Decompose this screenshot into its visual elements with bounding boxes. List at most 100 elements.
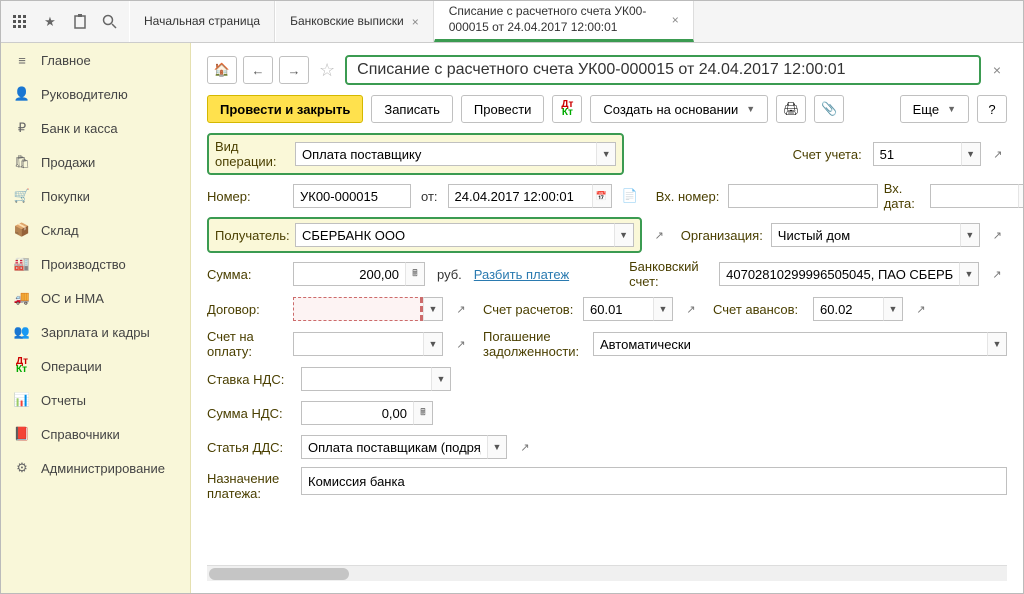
sidebar-item-main[interactable]: ≡Главное bbox=[1, 43, 190, 77]
calendar-icon[interactable]: 📅 bbox=[1018, 184, 1023, 208]
star-icon[interactable]: ★ bbox=[41, 13, 59, 31]
chevron-down-icon[interactable]: ▼ bbox=[423, 332, 443, 356]
close-icon[interactable]: × bbox=[412, 15, 419, 29]
purpose-textarea[interactable] bbox=[301, 467, 1007, 495]
chevron-down-icon[interactable]: ▼ bbox=[960, 223, 980, 247]
open-icon[interactable]: ↗ bbox=[515, 435, 535, 459]
sidebar-item-label: Продажи bbox=[41, 155, 95, 170]
chevron-down-icon[interactable]: ▼ bbox=[653, 297, 673, 321]
op-type-select[interactable] bbox=[295, 142, 596, 166]
calendar-icon[interactable]: 📅 bbox=[592, 184, 612, 208]
in-number-input[interactable] bbox=[728, 184, 878, 208]
dds-input[interactable] bbox=[301, 435, 487, 459]
topbar: ★ Начальная страница Банковские выписки … bbox=[1, 1, 1023, 43]
chevron-down-icon[interactable]: ▼ bbox=[961, 142, 981, 166]
tab-document[interactable]: Списание с расчетного счета УК00-000015 … bbox=[434, 1, 694, 42]
op-type-label: Вид операции: bbox=[215, 139, 295, 169]
open-icon[interactable]: ↗ bbox=[911, 297, 931, 321]
topbar-icons: ★ bbox=[1, 1, 129, 42]
split-payment-link[interactable]: Разбить платеж bbox=[474, 267, 569, 282]
calculator-icon[interactable]: 🖩 bbox=[413, 401, 433, 425]
calculator-icon[interactable]: 🖩 bbox=[405, 262, 425, 286]
sidebar-item-label: Производство bbox=[41, 257, 126, 272]
sidebar-item-production[interactable]: 🏭 Производство bbox=[1, 247, 190, 281]
save-button[interactable]: Записать bbox=[371, 95, 453, 123]
create-based-button[interactable]: Создать на основании▼ bbox=[590, 95, 768, 123]
sidebar-item-reports[interactable]: 📊Отчеты bbox=[1, 383, 190, 417]
vat-rate-input[interactable] bbox=[301, 367, 431, 391]
bank-acc-input[interactable] bbox=[719, 262, 959, 286]
vat-sum-label: Сумма НДС: bbox=[207, 406, 295, 421]
tab-home[interactable]: Начальная страница bbox=[129, 1, 275, 42]
open-icon[interactable]: ↗ bbox=[989, 142, 1007, 166]
factory-icon: 🏭 bbox=[13, 255, 31, 273]
tab-bank-statements[interactable]: Банковские выписки × bbox=[275, 1, 434, 42]
chevron-down-icon[interactable]: ▼ bbox=[423, 297, 443, 321]
invoice-input[interactable] bbox=[293, 332, 423, 356]
open-icon[interactable]: ↗ bbox=[681, 297, 701, 321]
number-input[interactable] bbox=[293, 184, 411, 208]
org-input[interactable] bbox=[771, 223, 960, 247]
sidebar-item-assets[interactable]: 🚚ОС и НМА bbox=[1, 281, 190, 315]
print-button[interactable]: 🖨 bbox=[776, 95, 806, 123]
in-number-label: Вх. номер: bbox=[656, 189, 722, 204]
open-icon[interactable]: ↗ bbox=[987, 262, 1007, 286]
favorite-star-icon[interactable]: ☆ bbox=[315, 60, 339, 81]
close-icon[interactable]: × bbox=[672, 13, 679, 27]
sidebar-item-purchases[interactable]: 🛒Покупки bbox=[1, 179, 190, 213]
chevron-down-icon[interactable]: ▼ bbox=[487, 435, 507, 459]
chevron-down-icon[interactable]: ▼ bbox=[959, 262, 979, 286]
clipboard-icon[interactable] bbox=[71, 13, 89, 31]
sidebar-item-label: ОС и НМА bbox=[41, 291, 104, 306]
chevron-down-icon[interactable]: ▼ bbox=[883, 297, 903, 321]
sidebar-item-operations[interactable]: ДтКтОперации bbox=[1, 349, 190, 383]
more-button[interactable]: Еще▼ bbox=[900, 95, 969, 123]
sidebar-item-bank[interactable]: ₽Банк и касса bbox=[1, 111, 190, 145]
account-input[interactable] bbox=[873, 142, 961, 166]
sidebar-item-salary[interactable]: 👥Зарплата и кадры bbox=[1, 315, 190, 349]
sidebar-item-sales[interactable]: 🛍Продажи bbox=[1, 145, 190, 179]
sidebar-item-admin[interactable]: ⚙Администрирование bbox=[1, 451, 190, 485]
chevron-down-icon[interactable]: ▼ bbox=[431, 367, 451, 391]
tab-label: Списание с расчетного счета УК00-000015 … bbox=[449, 4, 664, 35]
help-button[interactable]: ? bbox=[977, 95, 1007, 123]
box-icon: 📦 bbox=[13, 221, 31, 239]
open-icon[interactable]: ↗ bbox=[650, 223, 669, 247]
forward-button[interactable]: → bbox=[279, 56, 309, 84]
in-date-input[interactable] bbox=[930, 184, 1018, 208]
chevron-down-icon[interactable]: ▼ bbox=[596, 142, 616, 166]
chevron-down-icon[interactable]: ▼ bbox=[614, 223, 634, 247]
search-icon[interactable] bbox=[101, 13, 119, 31]
attach-button[interactable]: 📎 bbox=[814, 95, 844, 123]
settle-acc-input[interactable] bbox=[583, 297, 653, 321]
open-icon[interactable]: ↗ bbox=[451, 332, 471, 356]
tab-label: Начальная страница bbox=[144, 14, 260, 30]
sidebar-item-directories[interactable]: 📕Справочники bbox=[1, 417, 190, 451]
ruble-icon: ₽ bbox=[13, 119, 31, 137]
close-button[interactable]: × bbox=[987, 62, 1007, 78]
post-button[interactable]: Провести bbox=[461, 95, 545, 123]
menu-icon: ≡ bbox=[13, 51, 31, 69]
sidebar-item-label: Покупки bbox=[41, 189, 90, 204]
chevron-down-icon[interactable]: ▼ bbox=[987, 332, 1007, 356]
date-input[interactable] bbox=[448, 184, 592, 208]
vat-sum-input[interactable] bbox=[301, 401, 413, 425]
debt-input[interactable] bbox=[593, 332, 987, 356]
scroll-thumb[interactable] bbox=[209, 568, 349, 580]
open-icon[interactable]: ↗ bbox=[988, 223, 1007, 247]
open-icon[interactable]: ↗ bbox=[451, 297, 471, 321]
sum-input[interactable] bbox=[293, 262, 405, 286]
advance-acc-input[interactable] bbox=[813, 297, 883, 321]
dtkt-button[interactable]: ДтКт bbox=[552, 95, 582, 123]
sidebar-item-label: Отчеты bbox=[41, 393, 86, 408]
contract-input[interactable] bbox=[293, 297, 423, 321]
apps-icon[interactable] bbox=[11, 13, 29, 31]
back-button[interactable]: ← bbox=[243, 56, 273, 84]
post-and-close-button[interactable]: Провести и закрыть bbox=[207, 95, 363, 123]
sidebar-item-manager[interactable]: 👤Руководителю bbox=[1, 77, 190, 111]
row-dds: Статья ДДС: ▼ ↗ bbox=[207, 433, 1007, 461]
horizontal-scrollbar[interactable] bbox=[207, 565, 1007, 581]
recipient-input[interactable] bbox=[295, 223, 614, 247]
home-button[interactable]: 🏠 bbox=[207, 56, 237, 84]
sidebar-item-stock[interactable]: 📦Склад bbox=[1, 213, 190, 247]
